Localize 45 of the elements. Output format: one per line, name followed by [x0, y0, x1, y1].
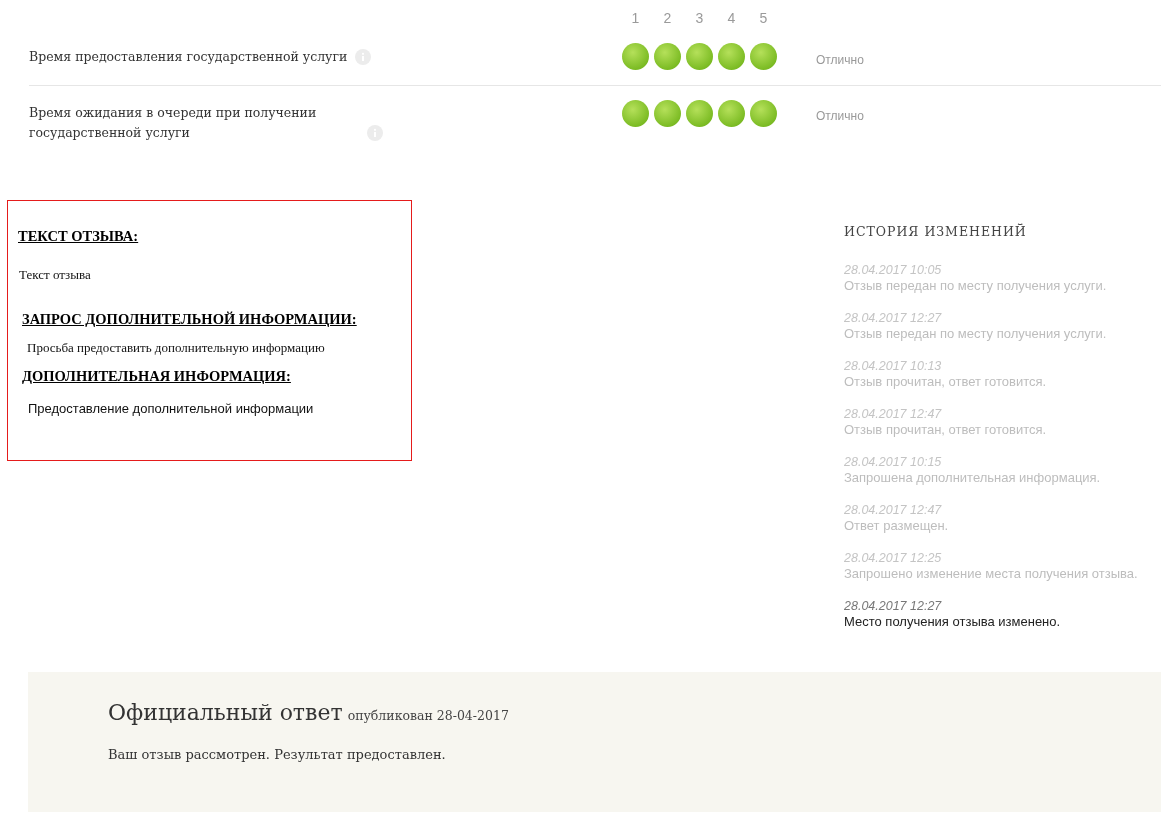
history-event: Отзыв передан по месту получения услуги.: [844, 326, 1108, 342]
rating-dot[interactable]: [718, 43, 745, 70]
history-event: Место получения отзыва изменено.: [844, 614, 1062, 630]
rating-dot[interactable]: [686, 43, 713, 70]
history-timestamp: 28.04.2017 10:15: [844, 454, 943, 470]
rating-dot[interactable]: [654, 100, 681, 127]
history-title: ИСТОРИЯ ИЗМЕНЕНИЙ: [844, 224, 1028, 239]
history-event: Ответ размещен.: [844, 518, 950, 534]
criterion-label: Время ожидания в очереди при получении государственной услуги: [29, 104, 318, 142]
scale-number: 4: [726, 10, 737, 26]
history-event: Запрошено изменение места получения отзыва.: [844, 566, 1139, 582]
rating-dot[interactable]: [622, 100, 649, 127]
scale-number: 5: [758, 10, 769, 26]
answer-text: Ваш отзыв рассмотрен. Результат предоставлен.: [108, 747, 447, 762]
publish-date: опубликован 28-04-2017: [347, 708, 509, 723]
rating-dot[interactable]: [750, 100, 777, 127]
history-timestamp: 28.04.2017 12:27: [844, 598, 943, 614]
rating-dot[interactable]: [654, 43, 681, 70]
rating-dot[interactable]: [686, 100, 713, 127]
history-timestamp: 28.04.2017 12:47: [844, 406, 943, 422]
section-heading: ТЕКСТ ОТЗЫВА:: [18, 228, 139, 245]
scale-number: 3: [694, 10, 705, 26]
rating-verdict: Отлично: [816, 109, 864, 123]
history-timestamp: 28.04.2017 12:47: [844, 502, 943, 518]
history-timestamp: 28.04.2017 12:25: [844, 550, 943, 566]
history-timestamp: 28.04.2017 10:13: [844, 358, 943, 374]
history-event: Отзыв передан по месту получения услуги.: [844, 278, 1108, 294]
criterion-label: Время предоставления государственной услуги: [29, 48, 348, 66]
history-event: Отзыв прочитан, ответ готовится.: [844, 422, 1048, 438]
history-timestamp: 28.04.2017 10:05: [844, 262, 943, 278]
history-event: Запрошена дополнительная информация.: [844, 470, 1102, 486]
scale-number: 1: [630, 10, 641, 26]
rating-verdict: Отлично: [816, 53, 864, 67]
history-timestamp: 28.04.2017 12:27: [844, 310, 943, 326]
history-event: Отзыв прочитан, ответ готовится.: [844, 374, 1048, 390]
section-heading: ЗАПРОС ДОПОЛНИТЕЛЬНОЙ ИНФОРМАЦИИ:: [22, 311, 357, 328]
section-text: Текст отзыва: [19, 267, 92, 283]
rating-dot[interactable]: [622, 43, 649, 70]
section-text: Предоставление дополнительной информации: [28, 401, 315, 416]
rating-dot[interactable]: [718, 100, 745, 127]
rating-dot[interactable]: [750, 43, 777, 70]
section-heading: ДОПОЛНИТЕЛЬНАЯ ИНФОРМАЦИЯ:: [22, 368, 291, 385]
answer-title: Официальный ответ: [108, 700, 343, 725]
section-text: Просьба предоставить дополнительную информацию: [27, 340, 326, 356]
scale-number: 2: [662, 10, 673, 26]
